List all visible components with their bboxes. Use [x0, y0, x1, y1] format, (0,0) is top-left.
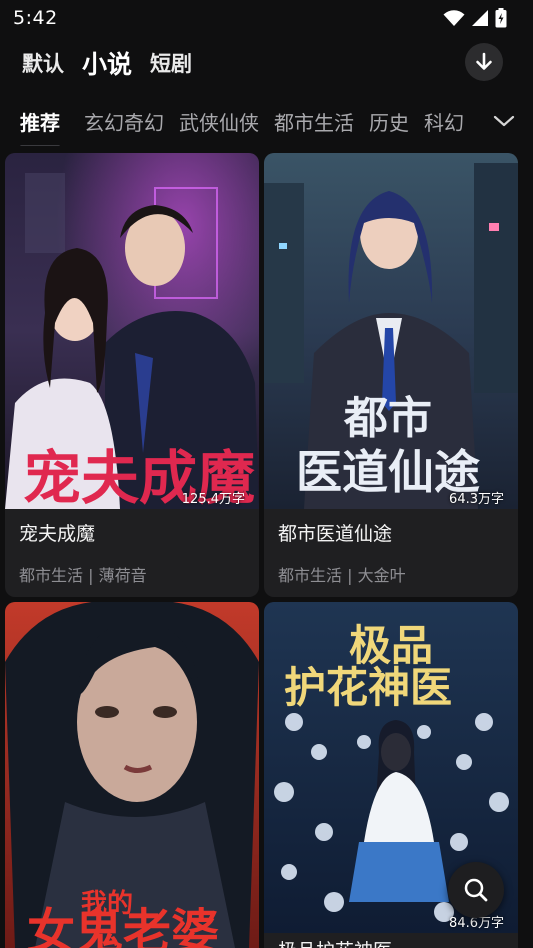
mode-tab-novel[interactable]: 小说	[82, 45, 132, 81]
category-tab-scifi[interactable]: 科幻	[424, 98, 464, 136]
category-tab-fantasy[interactable]: 玄幻奇幻	[84, 98, 164, 136]
status-bar: 5:42	[0, 0, 533, 36]
battery-icon	[495, 8, 507, 28]
chevron-down-icon	[493, 115, 515, 127]
category-expand-button[interactable]	[491, 108, 517, 134]
cover-art: 宠夫成魔	[5, 153, 259, 509]
book-grid[interactable]: 宠夫成魔 125.4万字 宠夫成魔 都市生活 | 薄荷音 都市 医道仙途 64.…	[5, 153, 528, 948]
book-meta: 都市生活 | 大金叶	[278, 566, 406, 585]
signal-icon	[472, 10, 488, 26]
status-icons	[443, 8, 507, 28]
cover-title-text: 护花神医	[284, 663, 452, 712]
word-count: 64.3万字	[449, 492, 504, 507]
book-meta: 都市生活 | 薄荷音	[19, 566, 147, 585]
book-card[interactable]: 宠夫成魔 125.4万字 宠夫成魔 都市生活 | 薄荷音	[5, 153, 259, 597]
book-title[interactable]: 宠夫成魔	[19, 519, 95, 546]
book-cover[interactable]: 我的 女鬼老婆	[5, 602, 259, 948]
word-count: 125.4万字	[181, 492, 245, 507]
status-time: 5:42	[13, 7, 58, 29]
cover-title-text: 都市	[343, 393, 432, 444]
wifi-icon	[443, 10, 465, 26]
book-card[interactable]: 都市 医道仙途 64.3万字 都市医道仙途 都市生活 | 大金叶	[264, 153, 518, 597]
book-card[interactable]: 我的 女鬼老婆	[5, 602, 259, 948]
book-cover[interactable]: 都市 医道仙途 64.3万字	[264, 153, 518, 509]
cover-art: 我的 女鬼老婆	[5, 602, 259, 948]
search-icon	[464, 878, 488, 902]
download-button[interactable]	[465, 43, 503, 81]
book-title[interactable]: 都市医道仙途	[278, 519, 392, 546]
cover-title-text: 女鬼老婆	[27, 904, 219, 948]
category-scroll[interactable]: 推荐 玄幻奇幻 武侠仙侠 都市生活 历史 科幻	[20, 98, 489, 146]
mode-tab-short-drama[interactable]: 短剧	[150, 48, 192, 78]
book-cover[interactable]: 宠夫成魔 125.4万字	[5, 153, 259, 509]
category-tab-history[interactable]: 历史	[369, 98, 409, 136]
download-icon	[476, 52, 492, 70]
category-tab-urban[interactable]: 都市生活	[274, 98, 354, 136]
category-tabs: 推荐 玄幻奇幻 武侠仙侠 都市生活 历史 科幻	[0, 98, 533, 146]
category-tab-wuxia[interactable]: 武侠仙侠	[179, 98, 259, 136]
search-button[interactable]	[448, 862, 504, 918]
category-tab-recommend[interactable]: 推荐	[20, 98, 60, 146]
mode-tab-default[interactable]: 默认	[22, 48, 64, 78]
cover-art: 都市 医道仙途	[264, 153, 518, 509]
mode-tabs: 默认 小说 短剧	[0, 40, 533, 86]
book-title[interactable]: 极品护花神医	[278, 936, 392, 948]
